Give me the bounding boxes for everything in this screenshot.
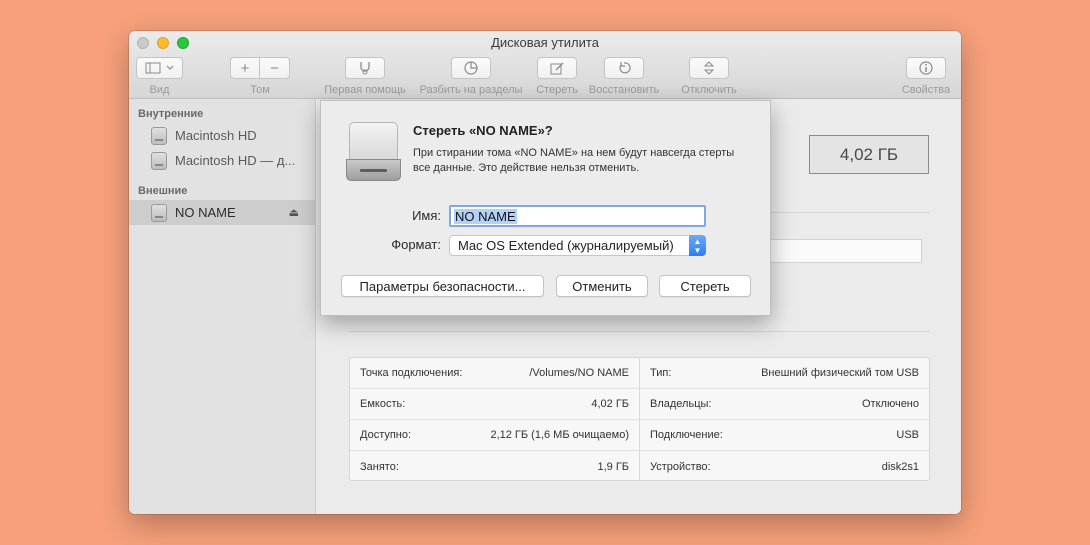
- dialog-title: Стереть «NO NAME»?: [413, 123, 553, 138]
- toolbar-view: Вид: [136, 57, 183, 96]
- add-volume-button[interactable]: +: [230, 57, 260, 79]
- sidebar-item-macintosh-hd-data[interactable]: Macintosh HD — д...: [129, 148, 315, 173]
- dialog-message: При стирании тома «NO NAME» на нем будут…: [413, 147, 735, 174]
- erase-label: Стереть: [536, 84, 578, 96]
- info-row: Владельцы: Отключено: [640, 389, 929, 420]
- erase-dialog: Стереть «NO NAME»? При стирании тома «NO…: [320, 100, 771, 316]
- minus-icon: −: [270, 59, 279, 77]
- format-label: Формат:: [391, 237, 441, 252]
- hard-drive-icon: [151, 126, 167, 145]
- sidebar-view-icon: [145, 62, 173, 74]
- info-row: Доступно: 2,12 ГБ (1,6 МБ очищаемо): [350, 420, 639, 451]
- sidebar: Внутренние Macintosh HD Macintosh HD — д…: [129, 99, 316, 514]
- toolbar-partition: Разбить на разделы: [415, 57, 527, 96]
- sidebar-item-no-name[interactable]: NO NAME ⏏: [129, 200, 315, 225]
- view-button[interactable]: [136, 57, 183, 79]
- restore-button[interactable]: [604, 57, 644, 79]
- partition-label: Разбить на разделы: [419, 84, 523, 96]
- info-label: Подключение:: [650, 429, 723, 441]
- toolbar-info: Свойства: [899, 57, 953, 96]
- toolbar-first-aid: Первая помощь: [321, 57, 409, 96]
- window-title: Дисковая утилита: [491, 35, 599, 50]
- pie-partition-icon: [464, 61, 478, 75]
- info-column-left: Точка подключения: /Volumes/NO NAME Емко…: [350, 358, 639, 480]
- erase-button[interactable]: [537, 57, 577, 79]
- capacity-box: 4,02 ГБ: [809, 135, 929, 174]
- sidebar-header-external: Внешние: [138, 185, 188, 197]
- titlebar: Дисковая утилита Вид + − Том Первая помо…: [129, 31, 961, 99]
- security-options-button[interactable]: Параметры безопасности...: [341, 275, 544, 297]
- format-select[interactable]: Mac OS Extended (журналируемый) ▲ ▼: [449, 235, 706, 256]
- view-label: Вид: [149, 84, 170, 96]
- info-value: USB: [896, 429, 919, 441]
- sidebar-item-label: Macintosh HD: [175, 128, 257, 143]
- info-label: Устройство:: [650, 460, 711, 473]
- hard-drive-icon: [151, 151, 167, 170]
- info-value: /Volumes/NO NAME: [529, 367, 629, 379]
- info-value: 2,12 ГБ (1,6 МБ очищаемо): [490, 429, 629, 441]
- remove-volume-button[interactable]: −: [260, 57, 290, 79]
- sidebar-item-label: NO NAME: [175, 205, 236, 220]
- divider: [349, 331, 930, 332]
- stethoscope-icon: [360, 62, 370, 75]
- name-field[interactable]: NO NAME: [449, 205, 706, 227]
- info-label: Занято:: [360, 460, 399, 473]
- sidebar-item-macintosh-hd[interactable]: Macintosh HD: [129, 123, 315, 148]
- info-row: Подключение: USB: [640, 420, 929, 451]
- name-label: Имя:: [412, 208, 441, 223]
- usage-bar: [767, 239, 922, 263]
- erase-confirm-button[interactable]: Стереть: [659, 275, 751, 297]
- info-button[interactable]: [906, 57, 946, 79]
- toolbar-unmount: Отключить: [674, 57, 744, 96]
- info-row: Емкость: 4,02 ГБ: [350, 389, 639, 420]
- info-value: 1,9 ГБ: [597, 460, 629, 473]
- info-column-right: Тип: Внешний физический том USB Владельц…: [639, 358, 929, 480]
- info-row: Занято: 1,9 ГБ: [350, 451, 639, 482]
- info-label: Емкость:: [360, 398, 406, 410]
- restore-arrow-icon: [619, 62, 631, 74]
- first-aid-button[interactable]: [345, 57, 385, 79]
- partition-button[interactable]: [451, 57, 491, 79]
- info-label: Тип:: [650, 367, 672, 379]
- info-value: 4,02 ГБ: [591, 398, 629, 410]
- chevron-up-down-icon: ▲ ▼: [689, 235, 706, 256]
- name-field-value: NO NAME: [454, 208, 517, 224]
- cancel-button[interactable]: Отменить: [556, 275, 648, 297]
- unmount-icon: [703, 61, 715, 75]
- plus-icon: +: [240, 59, 250, 77]
- info-row: Тип: Внешний физический том USB: [640, 358, 929, 389]
- info-label: Владельцы:: [650, 398, 712, 410]
- info-row: Устройство: disk2s1: [640, 451, 929, 482]
- toolbar-erase: Стереть: [533, 57, 581, 96]
- volume-label: Том: [250, 84, 270, 96]
- format-select-value: Mac OS Extended (журналируемый): [458, 238, 674, 253]
- sidebar-item-label: Macintosh HD — д...: [175, 153, 296, 168]
- toolbar-restore: Восстановить: [585, 57, 663, 96]
- info-label: Доступно:: [360, 429, 412, 441]
- unmount-label: Отключить: [681, 84, 737, 96]
- sidebar-header-internal: Внутренние: [138, 108, 204, 120]
- erase-pencil-icon: [550, 62, 564, 75]
- info-label: Свойства: [901, 84, 951, 96]
- restore-label: Восстановить: [588, 84, 660, 96]
- unmount-button[interactable]: [689, 57, 729, 79]
- info-table: Точка подключения: /Volumes/NO NAME Емко…: [349, 357, 930, 481]
- external-drive-icon: [151, 203, 167, 222]
- info-value: Внешний физический том USB: [761, 367, 919, 379]
- external-drive-icon: [346, 122, 401, 183]
- info-row: Точка подключения: /Volumes/NO NAME: [350, 358, 639, 389]
- info-label: Точка подключения:: [360, 367, 463, 379]
- eject-icon[interactable]: ⏏: [289, 206, 299, 219]
- first-aid-label: Первая помощь: [324, 84, 406, 96]
- info-value: disk2s1: [881, 460, 919, 473]
- toolbar-volume: + − Том: [230, 57, 290, 96]
- info-value: Отключено: [862, 398, 919, 410]
- info-icon: [919, 61, 933, 75]
